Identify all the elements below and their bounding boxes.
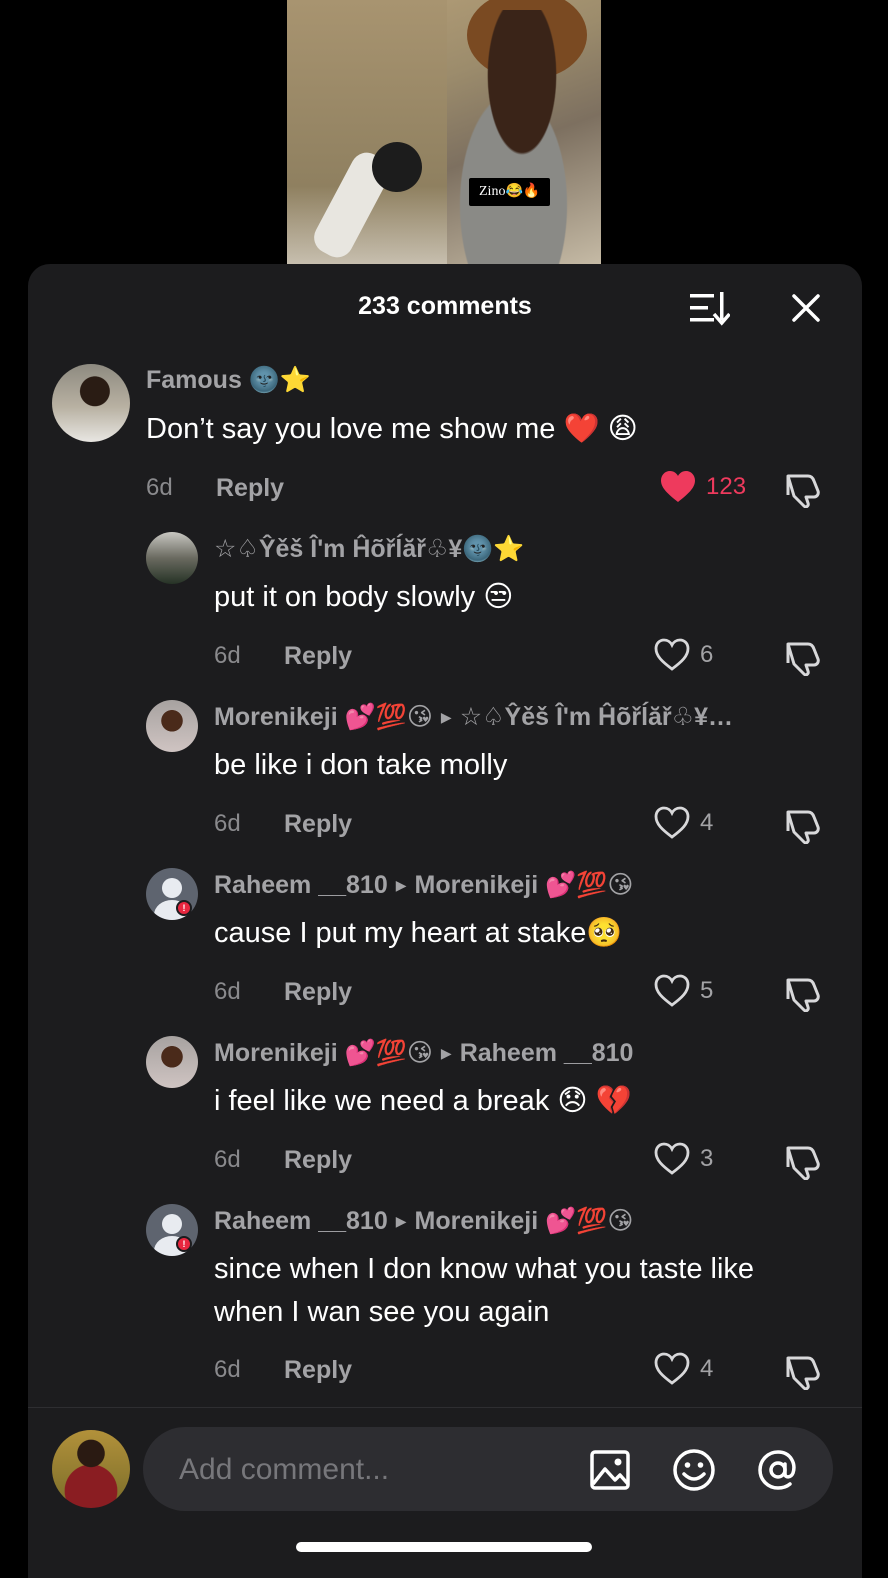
- heart-icon: [654, 1142, 690, 1175]
- author-name: Raheem __810: [214, 1207, 388, 1235]
- thumbs-down-icon[interactable]: [784, 1352, 822, 1390]
- reply-to-name: Morenikeji 💕💯😘: [414, 871, 634, 899]
- author-name: Raheem __810: [214, 871, 388, 899]
- reply-to-name: Morenikeji 💕💯😘: [414, 1207, 634, 1235]
- like-count: 4: [700, 809, 714, 836]
- like-button[interactable]: 123: [660, 470, 746, 504]
- comment-text: since when I don know what you taste lik…: [214, 1253, 755, 1328]
- comment-username[interactable]: Famous 🌚⭐: [146, 366, 311, 395]
- comment-username[interactable]: Morenikeji 💕💯😘 ▶ ☆♤Ŷěš Î'm Ĥõřĺăř♧¥…: [214, 702, 733, 732]
- thumbs-down-icon[interactable]: [784, 974, 822, 1012]
- author-name: Morenikeji 💕💯😘: [214, 1039, 433, 1067]
- comments-panel: 233 comments Famous 🌚⭐ Don’t say you lov…: [28, 264, 862, 1578]
- like-button[interactable]: 3: [654, 1142, 713, 1176]
- comments-header: 233 comments: [28, 264, 862, 348]
- reply-button[interactable]: Reply: [284, 1356, 352, 1385]
- comment-text: be like i don take molly: [214, 749, 508, 781]
- image-icon[interactable]: [587, 1447, 633, 1493]
- like-count: 3: [700, 1145, 714, 1172]
- thumbs-down-icon[interactable]: [784, 806, 822, 844]
- notification-badge: !: [176, 900, 192, 916]
- reply-to-name: Raheem __810: [459, 1039, 634, 1067]
- comment-time: 6d: [214, 642, 241, 669]
- like-button[interactable]: 6: [654, 638, 713, 672]
- reply-button[interactable]: Reply: [216, 474, 284, 503]
- comment-time: 6d: [214, 810, 241, 837]
- reply-button[interactable]: Reply: [284, 810, 352, 839]
- home-indicator[interactable]: [296, 1542, 592, 1552]
- like-button[interactable]: 5: [654, 974, 713, 1008]
- close-icon[interactable]: [786, 288, 826, 328]
- video-caption-tag: Zino😂🔥: [469, 178, 551, 206]
- comments-count-title: 233 comments: [358, 292, 532, 320]
- reply-arrow-icon: ▶: [440, 1045, 452, 1061]
- comment-text: Don’t say you love me show me ❤️ 😩: [146, 413, 638, 445]
- reply-to-name: ☆♤Ŷěš Î'm Ĥõřĺăř♧¥…: [459, 703, 733, 731]
- comment-username[interactable]: ☆♤Ŷěš Î'm Ĥõřĺăř♧¥🌚⭐: [214, 534, 525, 564]
- avatar[interactable]: [146, 1036, 198, 1088]
- avatar[interactable]: [146, 700, 198, 752]
- reply-button[interactable]: Reply: [284, 642, 352, 671]
- comment-input-placeholder: Add comment...: [179, 1453, 390, 1486]
- heart-icon: [654, 1352, 690, 1385]
- comment-username[interactable]: Raheem __810 ▶ Morenikeji 💕💯😘: [214, 870, 633, 900]
- like-count: 4: [700, 1355, 714, 1382]
- avatar[interactable]: [146, 532, 198, 584]
- like-button[interactable]: 4: [654, 1352, 713, 1386]
- sort-icon[interactable]: [690, 290, 730, 326]
- composer-divider: [28, 1407, 862, 1408]
- current-user-avatar[interactable]: [52, 1430, 130, 1508]
- reply-arrow-icon: ▶: [395, 1213, 407, 1229]
- comment-username[interactable]: Raheem __810 ▶ Morenikeji 💕💯😘: [214, 1206, 633, 1236]
- comment-text: cause I put my heart at stake🥺: [214, 917, 623, 949]
- like-count: 123: [706, 473, 747, 500]
- video-person: [437, 10, 601, 266]
- like-count: 5: [700, 977, 714, 1004]
- comment-text: i feel like we need a break 😞 💔: [214, 1085, 632, 1117]
- comment-time: 6d: [214, 1356, 241, 1383]
- reply-arrow-icon: ▶: [440, 709, 452, 725]
- author-name: Morenikeji 💕💯😘: [214, 703, 433, 731]
- video-preview[interactable]: Zino😂🔥: [287, 0, 601, 266]
- at-icon[interactable]: [755, 1447, 801, 1493]
- comment-text: put it on body slowly 😒: [214, 581, 514, 613]
- avatar[interactable]: [52, 364, 130, 442]
- thumbs-down-icon[interactable]: [784, 638, 822, 676]
- heart-icon: [654, 974, 690, 1007]
- heart-icon: [654, 806, 690, 839]
- like-count: 6: [700, 641, 714, 668]
- heart-icon: [661, 471, 695, 502]
- comment-username[interactable]: Morenikeji 💕💯😘 ▶ Raheem __810: [214, 1038, 633, 1068]
- reply-button[interactable]: Reply: [284, 978, 352, 1007]
- video-background: [287, 0, 447, 266]
- comment-time: 6d: [214, 978, 241, 1005]
- notification-badge: !: [176, 1236, 192, 1252]
- like-button[interactable]: 4: [654, 806, 713, 840]
- reply-button[interactable]: Reply: [284, 1146, 352, 1175]
- thumbs-down-icon[interactable]: [784, 1142, 822, 1180]
- heart-icon: [654, 638, 690, 671]
- comment-time: 6d: [146, 474, 173, 501]
- emoji-icon[interactable]: [671, 1447, 717, 1493]
- comment-time: 6d: [214, 1146, 241, 1173]
- thumbs-down-icon[interactable]: [784, 470, 822, 508]
- comment-input[interactable]: Add comment...: [143, 1427, 833, 1511]
- reply-arrow-icon: ▶: [395, 877, 407, 893]
